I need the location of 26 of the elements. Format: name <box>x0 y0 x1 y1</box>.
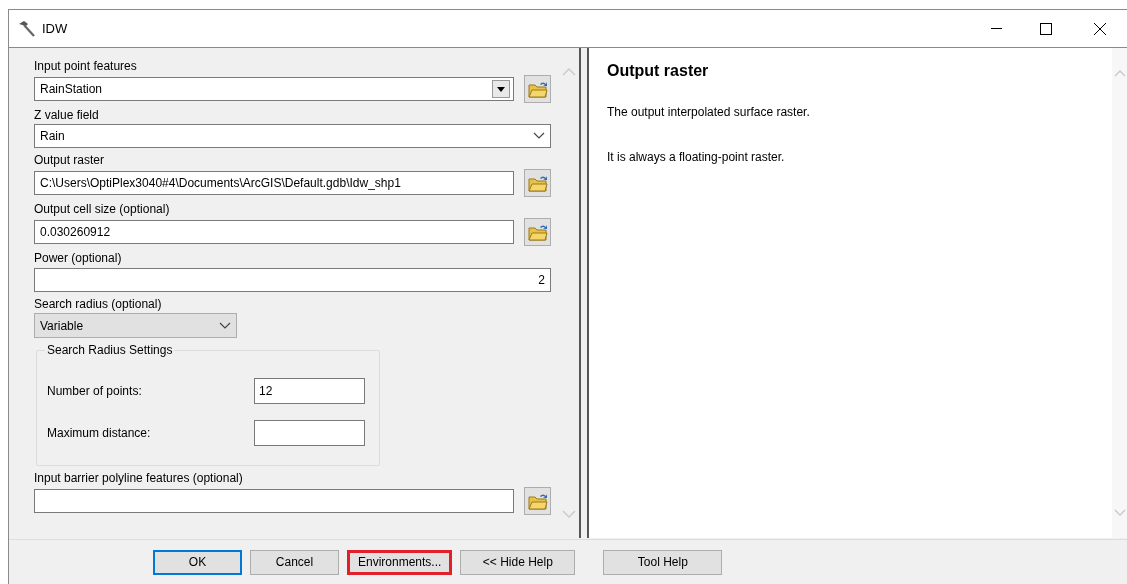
text-field[interactable]: 0.030260912 <box>34 220 514 244</box>
dialog-button[interactable]: Cancel <box>250 549 339 575</box>
help-text: It is always a floating-point raster. <box>607 149 786 166</box>
field-label: Output cell size (optional) <box>34 202 171 216</box>
window-title: IDW <box>42 19 68 38</box>
dialog-button[interactable]: Environments... <box>347 549 453 575</box>
dropdown-field[interactable]: Rain <box>34 124 551 148</box>
help-title: Output raster <box>607 61 710 81</box>
dialog-button[interactable]: << Hide Help <box>460 549 576 575</box>
field-label: Input barrier polyline features (optional) <box>34 471 244 485</box>
dropdown-field[interactable]: RainStation <box>34 77 514 101</box>
text-field[interactable]: 2 <box>34 268 551 292</box>
group-title: Search Radius Settings <box>45 342 175 358</box>
field-label: Input point features <box>34 59 138 73</box>
text-field[interactable]: C:\Users\OptiPlex3040#4\Documents\ArcGIS\Default.gdb\Idw_shp1 <box>34 171 514 195</box>
field-label: Z value field <box>34 108 100 122</box>
field-label: Maximum distance: <box>47 425 152 442</box>
field-label: Power (optional) <box>34 251 123 265</box>
dialog-button[interactable]: OK <box>153 549 242 575</box>
dropdown-field[interactable]: Variable <box>34 313 237 338</box>
help-text: The output interpolated surface raster. <box>607 104 811 121</box>
field-label: Output raster <box>34 153 106 167</box>
dialog-button[interactable]: Tool Help <box>603 549 723 575</box>
field-label: Search radius (optional) <box>34 297 163 311</box>
field-label: Number of points: <box>47 383 143 400</box>
text-field[interactable]: 12 <box>254 378 365 404</box>
